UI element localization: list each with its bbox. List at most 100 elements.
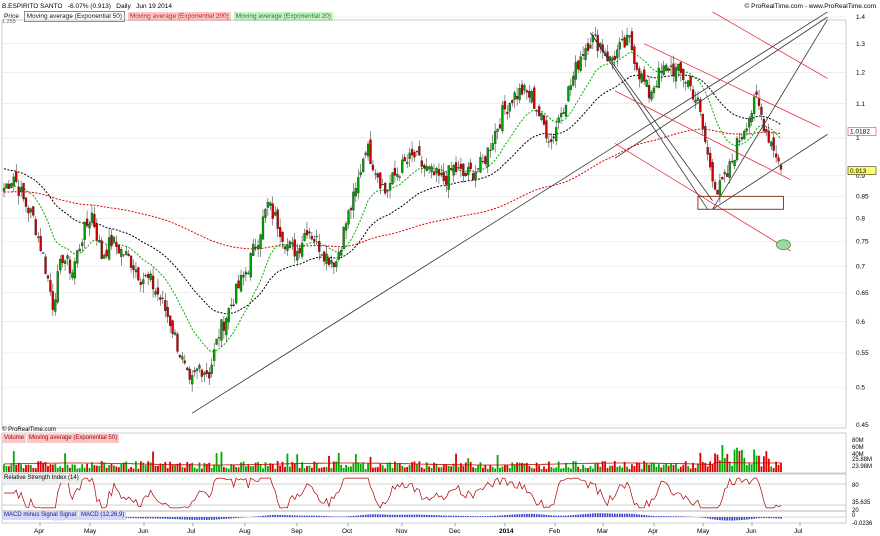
candle-body <box>721 177 724 180</box>
volume-bar <box>584 467 587 472</box>
volume-bar <box>543 466 545 472</box>
macd-bar <box>555 515 558 517</box>
candle-body <box>203 372 206 376</box>
candle-body <box>528 91 531 98</box>
volume-title[interactable]: Volume <box>2 434 27 443</box>
candle-body <box>112 236 116 243</box>
x-tick-label: Nov <box>396 528 408 535</box>
volume-bar <box>198 462 201 472</box>
volume-bar <box>464 462 467 472</box>
candle-body <box>508 103 511 112</box>
candle-body <box>430 166 433 173</box>
macd-bar <box>416 514 418 517</box>
volume-bar <box>401 465 404 472</box>
macd-bar <box>281 514 284 517</box>
candle-body <box>574 62 577 80</box>
macd-bar <box>491 515 494 517</box>
candle-body <box>51 291 55 311</box>
macd-title2[interactable]: MACD (12,26,9) <box>79 511 127 520</box>
macd-bar <box>623 513 626 517</box>
macd-bar <box>379 514 382 517</box>
volume-bar <box>135 461 137 472</box>
candle-body <box>628 35 631 38</box>
macd-bar <box>726 517 729 521</box>
volume-bar <box>359 463 362 472</box>
candle-body <box>479 157 482 173</box>
macd-bar <box>616 513 619 517</box>
volume-bar <box>303 468 306 472</box>
candle-body <box>261 216 265 240</box>
volume-bar <box>191 462 194 472</box>
macd-bar <box>660 516 663 517</box>
macd-bar <box>447 515 450 517</box>
macd-bar <box>325 516 328 517</box>
candle-body <box>288 241 292 248</box>
macd-bar <box>670 516 672 517</box>
candle-body <box>234 283 238 304</box>
volume-bar <box>81 464 84 472</box>
volume-bar <box>780 462 782 472</box>
candle-body <box>318 241 321 252</box>
volume-bar <box>115 466 118 472</box>
candle-body <box>643 69 646 82</box>
candle-body <box>616 49 619 59</box>
macd-title1[interactable]: MACD minus Signal Signal <box>2 511 79 520</box>
volume-bar <box>499 467 501 472</box>
volume-bar <box>538 465 541 472</box>
rsi-title[interactable]: Relative Strength Index (14) <box>2 474 81 483</box>
volume-bar <box>633 465 636 472</box>
candle-body <box>39 236 42 252</box>
price-chart[interactable]: 1.41.31.21.110.90.850.80.750.70.650.60.5… <box>0 0 880 536</box>
macd-bar <box>721 517 724 521</box>
candle-body <box>415 150 419 153</box>
volume-ma-title[interactable]: Moving average (Exponential 50) <box>27 434 120 443</box>
macd-bar <box>648 515 650 517</box>
candle-body <box>454 162 458 172</box>
candle-body <box>557 117 560 123</box>
candle-body <box>547 141 551 143</box>
candle-body <box>242 274 245 278</box>
volume-bar <box>533 468 536 472</box>
volume-bar <box>95 465 98 472</box>
candle-body <box>369 139 372 165</box>
candle-body <box>474 172 477 180</box>
volume-bar <box>293 463 296 472</box>
macd-bar <box>584 514 587 517</box>
volume-bar <box>569 468 572 472</box>
candle-body <box>420 160 423 167</box>
candle-body <box>728 161 731 178</box>
volume-bar <box>741 449 743 472</box>
macd-bar <box>474 516 477 517</box>
volume-bar <box>247 465 250 472</box>
macd-bar <box>550 515 553 517</box>
candle-body <box>200 369 204 377</box>
candle-body <box>765 129 768 132</box>
candle-body <box>296 251 299 261</box>
volume-bar <box>108 465 110 472</box>
volume-bar <box>560 468 562 472</box>
macd-bar <box>472 516 474 517</box>
volume-bar <box>20 464 23 472</box>
macd-bar <box>364 514 367 517</box>
x-tick-label: Oct <box>342 528 352 535</box>
macd-bar <box>152 517 154 519</box>
volume-bar <box>670 463 672 472</box>
candle-body <box>22 182 25 200</box>
macd-bar <box>606 513 609 517</box>
macd-bar <box>640 514 643 517</box>
volume-bar <box>438 467 440 472</box>
candle-body <box>286 245 289 251</box>
macd-bar <box>303 515 306 517</box>
macd-bar <box>452 515 455 517</box>
volume-bar <box>413 461 416 472</box>
volume-bar <box>232 465 235 472</box>
volume-bar <box>589 466 592 472</box>
volume-bar <box>364 468 367 472</box>
candle-body <box>344 223 348 231</box>
macd-bar <box>511 514 514 517</box>
volume-bar <box>127 468 130 472</box>
y-tick-label: 0.45 <box>856 422 869 429</box>
candle-body <box>154 291 157 295</box>
macd-bar <box>709 517 711 519</box>
macd-bar <box>198 517 201 520</box>
